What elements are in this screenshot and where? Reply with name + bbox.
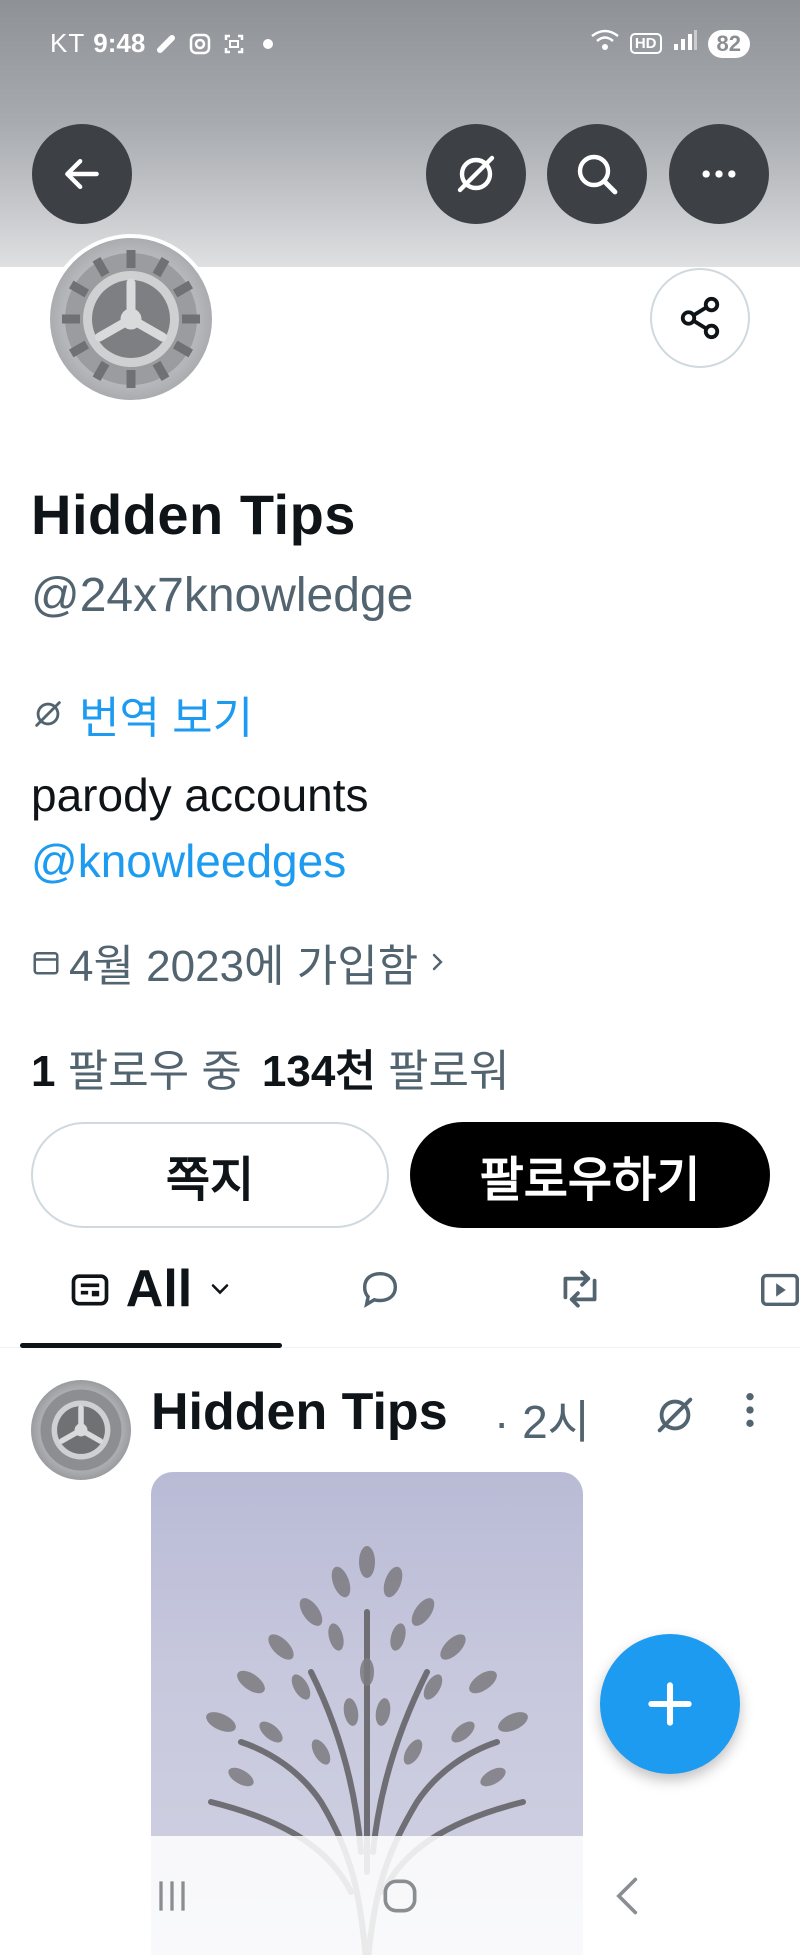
message-button[interactable]: 쪽지 [31,1122,389,1228]
posts-icon [71,1274,109,1306]
dot-icon [255,31,281,57]
profile-tabs: All [0,1230,800,1348]
back-arrow-icon [65,158,99,190]
follow-button[interactable]: 팔로우하기 [410,1122,770,1228]
reply-icon [362,1271,398,1308]
status-bar: KT 9:48 HD 82 [0,20,800,66]
translate-icon [657,1397,693,1433]
status-right: HD 82 [590,28,750,59]
follow-stats: 1 팔로우 중 134천 팔로워 [31,1035,509,1099]
chevron-down-icon [211,1284,229,1295]
bio-text: parody accounts [31,769,369,821]
following-link[interactable]: 1 팔로우 중 [31,1035,242,1099]
post-time: · 2시 [494,1396,591,1448]
tab-media[interactable] [750,1230,800,1348]
plus-icon [648,1682,692,1726]
search-button[interactable] [547,124,647,224]
post-avatar[interactable] [31,1380,131,1480]
translate-icon [457,155,495,193]
carrier-label: KT [50,28,86,58]
post-author[interactable]: Hidden Tips [151,1382,448,1442]
more-icon [702,170,736,178]
joined-date[interactable]: 4월 2023에 가입함 [31,930,450,994]
translate-button[interactable] [426,124,526,224]
tab-all[interactable]: All [20,1230,282,1348]
more-button[interactable] [669,124,769,224]
post-translate-button[interactable] [652,1392,698,1443]
tab-all-label: All [125,1260,193,1318]
settings-gear-icon [50,238,212,400]
video-icon [761,1273,799,1307]
translate-label: 번역 보기 [79,694,254,743]
bio-mention-link[interactable]: @knowleedges [31,828,369,894]
back-button[interactable] [32,124,132,224]
following-count: 1 [31,1047,56,1096]
profile-bio: parody accounts @knowleedges [31,762,369,894]
share-button[interactable] [650,268,750,368]
tab-replies[interactable] [340,1230,420,1348]
home-button[interactable] [378,1874,422,1923]
translate-bio-link[interactable]: 번역 보기 [31,682,253,746]
status-left: KT 9:48 [50,28,281,59]
screenshot-icon [221,31,247,57]
hd-icon: HD [629,33,662,54]
tab-reposts[interactable] [540,1230,620,1348]
profile-handle: @24x7knowledge [31,569,414,622]
signal-icon [672,28,698,59]
system-back-button[interactable] [606,1872,650,1925]
search-icon [577,154,618,195]
recent-apps-button[interactable] [150,1874,194,1923]
followers-link[interactable]: 134천 팔로워 [262,1035,510,1099]
back-icon [616,1877,638,1915]
profile-name: Hidden Tips [31,483,356,546]
recent-apps-icon [159,1881,185,1911]
profile-avatar[interactable] [46,234,216,404]
home-icon [383,1879,417,1913]
joined-label: 4월 2023에 가입함 [69,942,419,991]
followers-label: 팔로워 [388,1047,510,1096]
following-label: 팔로우 중 [67,1047,242,1096]
translate-icon [35,701,61,727]
settings-gear-icon [40,1389,122,1471]
calendar-icon [33,952,59,975]
battery-indicator: 82 [707,29,750,58]
post-more-button[interactable] [735,1390,765,1435]
followers-count: 134천 [261,1047,376,1096]
instagram-icon [187,31,213,57]
clock: 9:48 [93,28,146,58]
repost-icon [563,1270,597,1308]
tab-active-indicator [20,1343,282,1348]
vertical-more-icon [746,1393,754,1427]
compose-fab[interactable] [600,1634,740,1774]
link-icon [153,31,179,57]
chevron-right-icon [433,953,443,971]
system-nav-bar [0,1836,800,1955]
wifi-icon [590,28,620,59]
share-icon [680,296,720,340]
